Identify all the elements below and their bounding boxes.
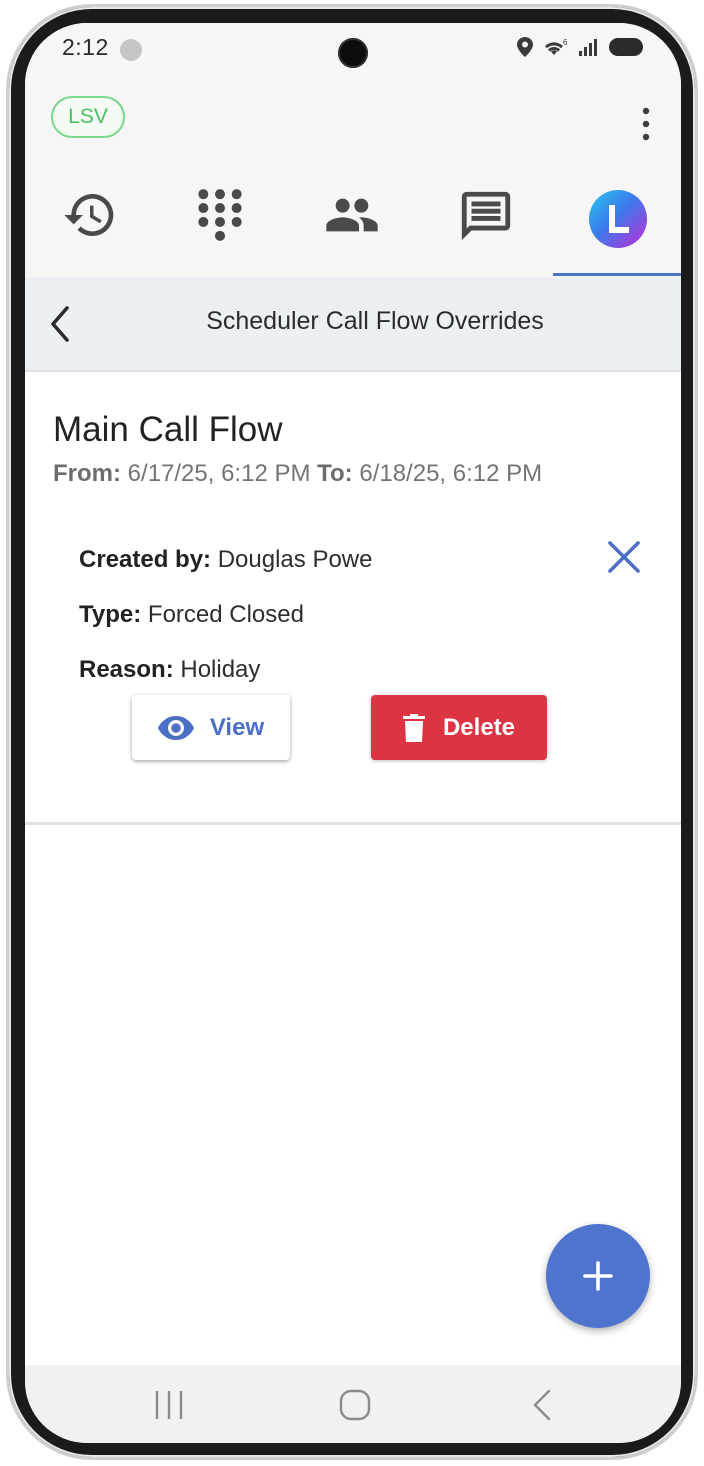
tab-dialpad[interactable]: [155, 187, 285, 277]
dialpad-icon: [198, 189, 242, 241]
type-label: Type:: [79, 601, 142, 628]
created-by-value: Douglas Powe: [217, 546, 373, 573]
app-header: LSV: [25, 79, 681, 277]
reason-value: Holiday: [180, 656, 261, 683]
delete-button-label: Delete: [442, 713, 516, 741]
tab-contacts[interactable]: [287, 187, 417, 277]
signal-icon: [579, 39, 597, 56]
more-options-icon[interactable]: [639, 107, 653, 141]
delete-button[interactable]: Delete: [371, 695, 547, 760]
tab-profile[interactable]: [553, 187, 681, 277]
location-icon: [517, 37, 533, 57]
message-icon: [461, 191, 511, 241]
override-title: Main Call Flow: [53, 410, 283, 449]
home-icon[interactable]: [335, 1387, 375, 1423]
notification-dot-icon: [120, 39, 142, 61]
history-icon: [64, 194, 114, 236]
trash-icon: [402, 713, 425, 742]
sub-header: Scheduler Call Flow Overrides: [25, 277, 681, 372]
type-row: Type: Forced Closed: [79, 601, 304, 629]
view-button[interactable]: View: [132, 695, 290, 760]
from-value: 6/17/25, 6:12 PM: [127, 460, 311, 487]
svg-text:6: 6: [563, 38, 568, 47]
app-screen: 2:12 6 LSV Scheduler Call Flow Overrides…: [25, 23, 681, 1443]
system-nav-bar: [25, 1365, 681, 1443]
to-value: 6/18/25, 6:12 PM: [359, 460, 543, 487]
wifi-icon: 6: [545, 38, 568, 55]
reason-label: Reason:: [79, 656, 174, 683]
active-tab-indicator: [553, 273, 681, 276]
recent-apps-icon[interactable]: [149, 1387, 189, 1423]
created-by-label: Created by:: [79, 546, 212, 573]
override-card: Main Call Flow From: 6/17/25, 6:12 PM To…: [25, 372, 681, 825]
type-value: Forced Closed: [147, 601, 304, 628]
status-time: 2:12: [62, 34, 109, 60]
to-label: To:: [317, 460, 353, 487]
override-date-range: From: 6/17/25, 6:12 PM To: 6/18/25, 6:12…: [53, 460, 542, 488]
add-override-button[interactable]: [546, 1224, 650, 1328]
tab-messages[interactable]: [421, 187, 551, 277]
back-nav-icon[interactable]: [523, 1387, 563, 1423]
view-button-label: View: [209, 713, 265, 741]
app-logo-icon: [589, 190, 647, 248]
lsv-status-badge[interactable]: LSV: [51, 96, 125, 138]
from-label: From:: [53, 460, 121, 487]
front-camera: [338, 38, 368, 68]
close-icon[interactable]: [605, 538, 643, 576]
eye-icon: [157, 715, 194, 740]
tab-history[interactable]: [25, 187, 155, 277]
plus-icon: [583, 1261, 613, 1291]
status-bar: 2:12 6: [25, 23, 681, 79]
page-title: Scheduler Call Flow Overrides: [206, 307, 544, 335]
contacts-icon: [326, 198, 378, 232]
battery-icon: [609, 38, 643, 56]
reason-row: Reason: Holiday: [79, 656, 260, 684]
created-by-row: Created by: Douglas Powe: [79, 546, 372, 574]
status-icons: 6: [517, 37, 643, 57]
